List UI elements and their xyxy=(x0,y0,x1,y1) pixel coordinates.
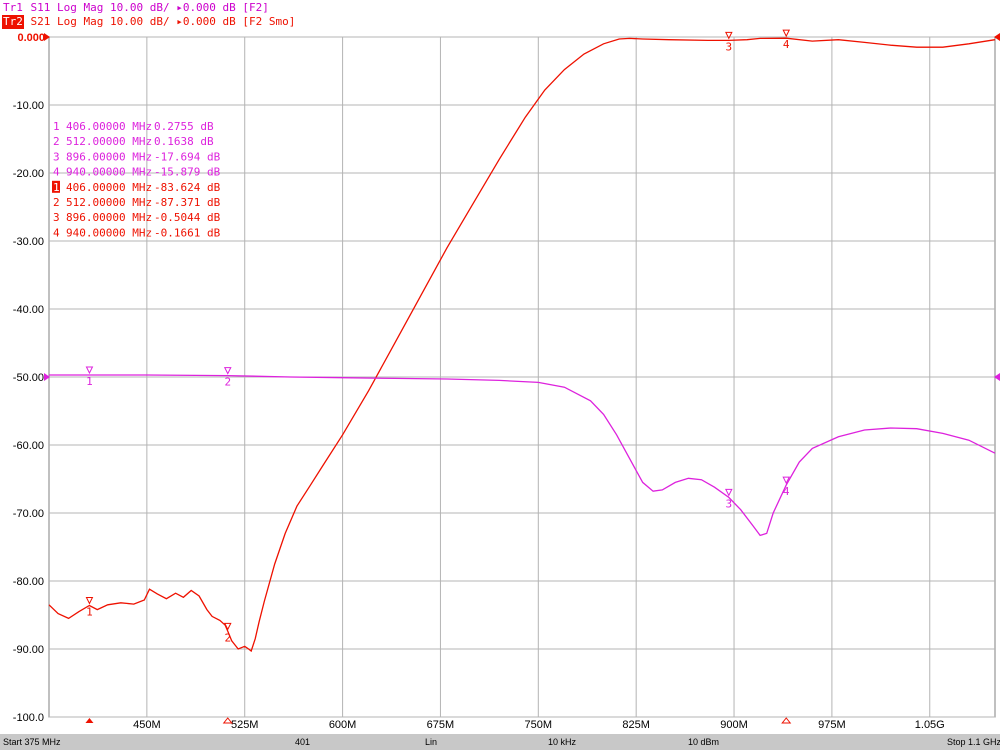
start-frequency[interactable]: Start 375 MHz xyxy=(3,737,61,747)
readout-value: -83.624 dB xyxy=(154,181,221,194)
sweep-points[interactable]: 401 xyxy=(295,737,310,747)
readout-frequency: 896.00000 MHz xyxy=(66,211,152,224)
readout-frequency: 406.00000 MHz xyxy=(66,120,152,133)
stop-frequency[interactable]: Stop 1.1 GHz xyxy=(947,737,1000,747)
source-power[interactable]: 10 dBm xyxy=(688,737,719,747)
y-tick-label: 0.000 xyxy=(17,32,45,44)
readout-marker-id: 3 xyxy=(53,150,60,163)
readout-frequency: 512.00000 MHz xyxy=(66,135,152,148)
vna-screen: Tr1 S11 Log Mag 10.00 dB/ ▸0.000 dB [F2]… xyxy=(0,0,1000,750)
x-tick-label: 1.05G xyxy=(915,719,945,731)
y-tick-label: -80.00 xyxy=(13,576,44,588)
x-tick-label: 450M xyxy=(133,719,161,731)
readout-marker-id: 1 xyxy=(53,120,60,133)
readout-marker-id: 1 xyxy=(53,181,60,194)
readout-marker-id: 2 xyxy=(53,135,60,148)
readout-marker-id: 4 xyxy=(53,226,60,239)
marker-indicator xyxy=(781,717,792,724)
marker-label: 1 xyxy=(86,375,93,388)
readout-marker-id: 2 xyxy=(53,196,60,209)
marker-label: 4 xyxy=(783,38,790,51)
marker-label: 2 xyxy=(224,631,231,644)
y-tick-label: -30.00 xyxy=(13,236,44,248)
sweep-type[interactable]: Lin xyxy=(425,737,437,747)
readout-value: -87.371 dB xyxy=(154,196,221,209)
marker-label: 1 xyxy=(86,605,93,618)
readout-value: -0.5044 dB xyxy=(154,211,221,224)
y-tick-label: -90.00 xyxy=(13,644,44,656)
readout-frequency: 940.00000 MHz xyxy=(66,226,152,239)
readout-value: -15.879 dB xyxy=(154,166,221,179)
status-bar: Start 375 MHz 401 Lin 10 kHz 10 dBm Stop… xyxy=(0,734,1000,750)
chart-plot: 0.000 -10.00 -20.00 -30.00 -40.00 -50.00 -60.0… xyxy=(13,29,1000,731)
marker-label: 3 xyxy=(726,497,733,510)
x-tick-label: 675M xyxy=(427,719,455,731)
y-tick-label: -10.00 xyxy=(13,100,44,112)
active-marker-indicator xyxy=(85,718,94,723)
readout-frequency: 940.00000 MHz xyxy=(66,166,152,179)
readout-frequency: 896.00000 MHz xyxy=(66,150,152,163)
x-tick-label: 975M xyxy=(818,719,846,731)
y-tick-label: -60.00 xyxy=(13,440,44,452)
if-bandwidth[interactable]: 10 kHz xyxy=(548,737,576,747)
readout-marker-id: 4 xyxy=(53,166,60,179)
y-tick-label: -20.00 xyxy=(13,168,44,180)
marker-label: 4 xyxy=(783,485,790,498)
y-tick-label: -100.0 xyxy=(13,712,44,724)
readout-frequency: 512.00000 MHz xyxy=(66,196,152,209)
readout-marker-id: 3 xyxy=(53,211,60,224)
x-tick-label: 600M xyxy=(329,719,357,731)
readout-value: 0.1638 dB xyxy=(154,135,214,148)
readout-frequency: 406.00000 MHz xyxy=(66,181,152,194)
y-tick-label: -50.00 xyxy=(13,372,44,384)
marker-label: 3 xyxy=(726,40,733,53)
readout-value: -0.1661 dB xyxy=(154,226,221,239)
marker-4-s21 xyxy=(782,29,791,38)
readout-value: 0.2755 dB xyxy=(154,120,214,133)
x-tick-label: 750M xyxy=(525,719,553,731)
x-tick-label: 525M xyxy=(231,719,259,731)
readout-value: -17.694 dB xyxy=(154,150,221,163)
x-tick-label: 900M xyxy=(720,719,748,731)
marker-label: 2 xyxy=(224,376,231,389)
y-tick-label: -40.00 xyxy=(13,304,44,316)
x-tick-label: 825M xyxy=(622,719,650,731)
y-tick-label: -70.00 xyxy=(13,508,44,520)
